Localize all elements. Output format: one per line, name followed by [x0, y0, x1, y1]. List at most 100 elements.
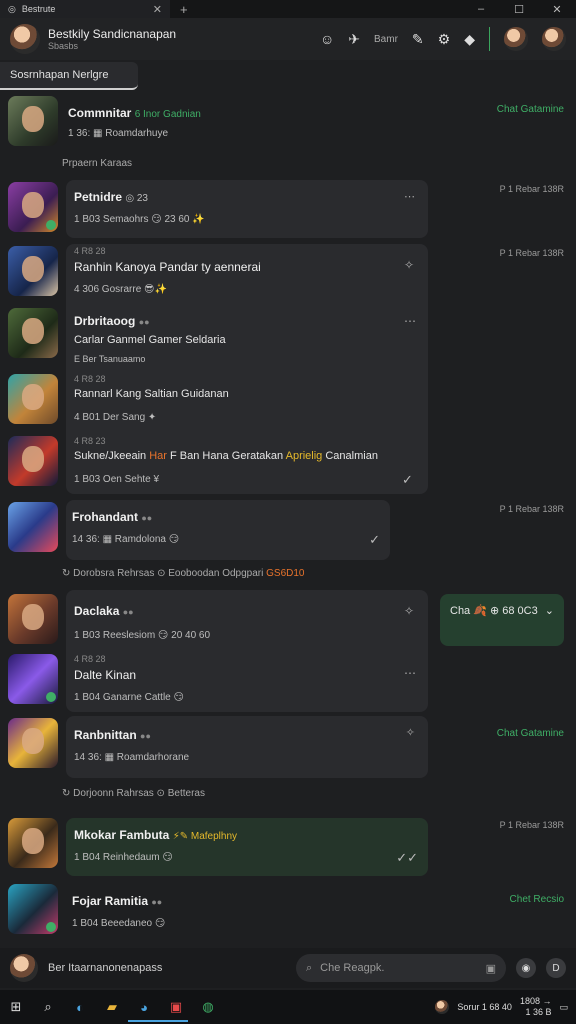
image-icon[interactable]: ▣	[486, 962, 496, 975]
reply-thread[interactable]: Prpaern Karaas	[62, 158, 132, 169]
taskview-icon[interactable]: ◐	[72, 999, 88, 1015]
contact-avatar-2[interactable]	[542, 27, 566, 51]
message-row[interactable]: Fojar Ramitia ●● 1 B04 Beeedaneo 😏 Chet …	[0, 882, 576, 942]
read-check-icon: ✓✓	[396, 850, 418, 865]
my-avatar[interactable]	[10, 954, 38, 982]
windows-start-icon[interactable]: ⊞	[8, 999, 24, 1015]
message-meta: 1 36: ▦ Roamdarhuye	[68, 128, 169, 139]
window-titlebar: ◎ Bestrute ✕ + – ☐ ✕	[0, 0, 576, 18]
message-meta: 1 B03 Reeslesiom 😏 20 40 60	[74, 630, 211, 641]
edge-icon[interactable]: ◕	[136, 999, 152, 1015]
message-bubble[interactable]: Mkokar Fambuta ⚡✎ Mafeplhny 1 B04 Reinhe…	[66, 818, 428, 876]
message-text: Rannarl Kang Saltian Guidanan	[74, 388, 229, 400]
search-input[interactable]: ⌕ Che Reagpk. ▣	[296, 954, 506, 982]
message-text: Dalte Kinan	[74, 668, 137, 682]
message-meta: 14 36: ▦ Ramdolona 😏	[72, 534, 180, 545]
sender-tag: ●●	[122, 607, 134, 617]
app-red-icon[interactable]: ▣	[168, 999, 184, 1015]
avatar-thumbnail	[8, 308, 58, 358]
message-row[interactable]: Petnidre ◎ 23 1 B03 Semaohrs 😏 23 60 ✨ ⋯…	[0, 180, 576, 242]
header-action-label[interactable]: Bamr	[374, 34, 398, 45]
message-row[interactable]: Daclaka ●● 1 B03 Reeslesiom 😏 20 40 60 ✧…	[0, 592, 576, 652]
reply-thread[interactable]: ↻ Dorobsra Rehrsas ⊙ Eooboodan Odpgpari …	[62, 568, 304, 579]
message-row[interactable]: Ranbnittan ●● 14 36: ▦ Roamdarhorane ✧ C…	[0, 716, 576, 806]
tray-text: Sorur 1 68 40	[457, 1002, 512, 1012]
app-icon: ◎	[8, 3, 16, 14]
timestamp: P 1 Rebar 138R	[499, 820, 564, 830]
info-icon[interactable]: D	[546, 958, 566, 978]
message-row[interactable]: 4 R8 23 Sukne/Jkeeain Har F Ban Hana Ger…	[0, 436, 576, 498]
status-text: Chat Gatamine	[496, 728, 564, 739]
sparkle-icon[interactable]: ✧	[404, 258, 414, 272]
message-bubble[interactable]: Petnidre ◎ 23 1 B03 Semaohrs 😏 23 60 ✨ ⋯	[66, 180, 428, 238]
sparkle-icon[interactable]: ✧	[406, 726, 416, 739]
maximize-button[interactable]: ☐	[500, 3, 538, 16]
tray-avatar[interactable]	[435, 1000, 450, 1014]
settings-icon[interactable]: ⚙	[438, 31, 451, 48]
avatar-thumbnail	[8, 654, 58, 704]
message-row[interactable]: Frohandant ●● 14 36: ▦ Ramdolona 😏 ✓ P 1…	[0, 500, 576, 562]
timestamp: P 1 Rebar 138R	[499, 248, 564, 258]
message-small-meta: 4 R8 28	[74, 654, 106, 664]
message-meta: 1 B03 Semaohrs 😏 23 60 ✨	[74, 214, 205, 225]
message-row[interactable]: 4 R8 28 Ranhin Kanoya Pandar ty aennerai…	[0, 244, 576, 306]
message-meta: 1 B03 Oen Sehte ¥	[74, 474, 160, 485]
sender-tag: ●●	[140, 731, 151, 741]
section-tab[interactable]: Sosrnhapan Nerlgre	[0, 62, 138, 90]
avatar-thumbnail	[8, 96, 58, 146]
compose-label[interactable]: Ber Itaarnanonenapass	[48, 962, 162, 974]
chat-reply-bubble[interactable]: Cha 🍂 ⊕ 68 0C3 ⌄	[440, 594, 564, 646]
browser-tab[interactable]: ◎ Bestrute ✕	[0, 0, 170, 18]
notification-icon[interactable]: ▭	[559, 1002, 568, 1013]
message-row[interactable]: Commnitar 6 Inor Gadnian 1 36: ▦ Roamdar…	[0, 92, 576, 182]
more-options-icon[interactable]: ⋯	[404, 190, 416, 203]
shield-icon[interactable]: ◆	[464, 31, 475, 48]
message-meta: E Ber Tsanuaamo	[74, 354, 146, 364]
message-meta: 4 B01 Der Sang ✦	[74, 412, 157, 423]
message-bubble[interactable]: Ranbnittan ●● 14 36: ▦ Roamdarhorane ✧	[66, 716, 428, 778]
close-tab-icon[interactable]: ✕	[153, 3, 162, 16]
chat-app-icon[interactable]: ◍	[200, 999, 216, 1015]
message-text: Sukne/Jkeeain Har F Ban Hana Geratakan A…	[74, 450, 378, 462]
sender-tag: ●●	[141, 513, 153, 523]
reply-thread-row[interactable]: ↻ Dorobsra Rehrsas ⊙ Eooboodan Odpgpari …	[0, 566, 576, 586]
message-row[interactable]: Drbritaoog ●● Carlar Ganmel Gamer Seldar…	[0, 306, 576, 368]
contact-avatar-1[interactable]	[504, 27, 528, 51]
folder-icon[interactable]: ▰	[104, 999, 120, 1015]
sender-tag: ●●	[151, 897, 163, 907]
search-icon[interactable]: ⌕	[40, 999, 56, 1015]
divider	[489, 27, 490, 51]
new-tab-button[interactable]: +	[170, 2, 198, 17]
timestamp: P 1 Rebar 138R	[499, 504, 564, 514]
more-options-icon[interactable]: ⋯	[404, 314, 416, 328]
pen-icon[interactable]: ✎	[412, 31, 424, 48]
header-title: Bestkily Sandicnanapan	[48, 27, 177, 41]
message-text: Carlar Ganmel Gamer Seldaria	[74, 334, 226, 346]
message-extra: ⚡✎ Mafeplhny	[172, 831, 238, 842]
message-meta: 1 B04 Beeedaneo 😏	[72, 918, 166, 929]
avatar-thumbnail	[8, 436, 58, 486]
message-row[interactable]: Mkokar Fambuta ⚡✎ Mafeplhny 1 B04 Reinhe…	[0, 816, 576, 878]
location-icon[interactable]: ◉	[516, 958, 536, 978]
os-taskbar: ⊞ ⌕ ◐ ▰ ◕ ▣ ◍ Sorur 1 68 40 1808 → 1 36 …	[0, 990, 576, 1024]
emoji-icon[interactable]: ☺	[320, 31, 334, 47]
close-window-button[interactable]: ✕	[538, 3, 576, 16]
pin-icon[interactable]: ✈	[348, 31, 360, 48]
message-text: Ranhin Kanoya Pandar ty aennerai	[74, 260, 261, 274]
search-icon: ⌕	[306, 961, 313, 974]
user-avatar[interactable]	[10, 24, 40, 54]
avatar-thumbnail	[8, 718, 58, 768]
sender-name: Mkokar Fambuta	[74, 828, 170, 842]
message-meta: 1 B04 Reinhedaum 😏	[74, 852, 173, 863]
message-row[interactable]: 4 R8 28 Rannarl Kang Saltian Guidanan 4 …	[0, 372, 576, 434]
message-row[interactable]: 4 R8 28 Dalte Kinan 1 B04 Ganarne Cattle…	[0, 652, 576, 712]
minimize-button[interactable]: –	[462, 3, 500, 16]
reply-thread[interactable]: ↻ Dorjoonn Rahrsas ⊙ Betteras	[62, 788, 205, 799]
search-placeholder: Che Reagpk.	[320, 962, 385, 974]
sparkle-icon[interactable]: ✧	[404, 604, 414, 618]
message-bubble[interactable]: Frohandant ●● 14 36: ▦ Ramdolona 😏 ✓	[66, 500, 390, 560]
avatar-thumbnail	[8, 182, 58, 232]
status-text: Chat Gatamine	[496, 104, 564, 115]
more-options-icon[interactable]: ⋯	[404, 666, 416, 680]
sender-name: Ranbnittan	[74, 728, 137, 742]
